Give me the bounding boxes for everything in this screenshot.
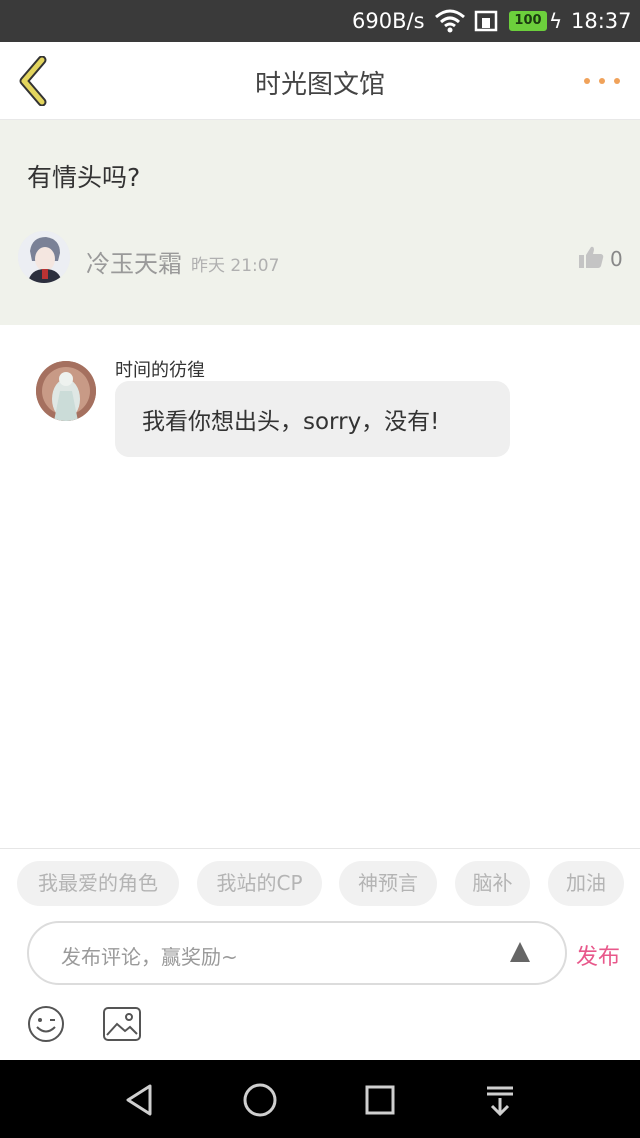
more-dots-icon (584, 78, 590, 84)
more-dots-icon (599, 78, 605, 84)
home-circle-icon[interactable] (240, 1080, 280, 1120)
more-button[interactable] (582, 66, 622, 96)
image-icon[interactable] (103, 1007, 141, 1041)
comment-composer: 我最爱的角色 我站的CP 神预言 脑补 加油 发布评论，赢奖励~ 发布 (0, 848, 640, 1060)
tag-chip[interactable]: 我站的CP (197, 861, 322, 906)
post-card: 有情头吗? 冷玉天霜 昨天 21:07 0 (0, 120, 640, 325)
post-content: 有情头吗? (27, 163, 141, 192)
clock: 18:37 (571, 9, 632, 33)
more-dots-icon (614, 78, 620, 84)
tag-chip[interactable]: 加油 (548, 861, 624, 906)
notification-pull-icon[interactable] (480, 1080, 520, 1120)
charging-icon: ϟ (549, 9, 563, 33)
tag-chip[interactable]: 脑补 (455, 861, 530, 906)
like-count: 0 (610, 247, 623, 271)
back-triangle-icon[interactable] (120, 1080, 160, 1120)
avatar-image (18, 231, 70, 283)
avatar[interactable] (18, 231, 70, 283)
avatar-image (36, 361, 96, 421)
post-timestamp: 昨天 21:07 (191, 256, 280, 276)
tag-chip[interactable]: 我最爱的角色 (17, 861, 179, 906)
publish-button[interactable]: 发布 (576, 939, 620, 971)
comment-text: 我看你想出头，sorry，没有! (142, 409, 440, 435)
comment-author[interactable]: 时间的彷徨 (115, 356, 205, 382)
emoji-icon[interactable] (27, 1005, 65, 1043)
page-title: 时光图文馆 (254, 70, 385, 100)
top-app-bar: 时光图文馆 (0, 42, 640, 120)
comment-input-placeholder: 发布评论，赢奖励~ (61, 945, 238, 969)
comment-input[interactable]: 发布评论，赢奖励~ (27, 921, 567, 985)
tag-chip[interactable]: 神预言 (339, 861, 437, 906)
avatar[interactable] (36, 361, 96, 421)
wifi-icon (435, 9, 465, 33)
system-nav-bar (0, 1060, 640, 1138)
thumbs-up-icon[interactable] (578, 245, 604, 269)
recents-square-icon[interactable] (360, 1080, 400, 1120)
network-speed: 690B/s (352, 9, 425, 33)
status-bar: 690B/s 100 ϟ 18:37 (0, 0, 640, 42)
battery-icon: 100 (509, 11, 547, 31)
post-author[interactable]: 冷玉天霜 (86, 244, 182, 279)
sim-icon (474, 10, 498, 32)
comment-bubble[interactable]: 我看你想出头，sorry，没有! (115, 381, 510, 457)
triangle-up-icon[interactable] (509, 941, 531, 963)
